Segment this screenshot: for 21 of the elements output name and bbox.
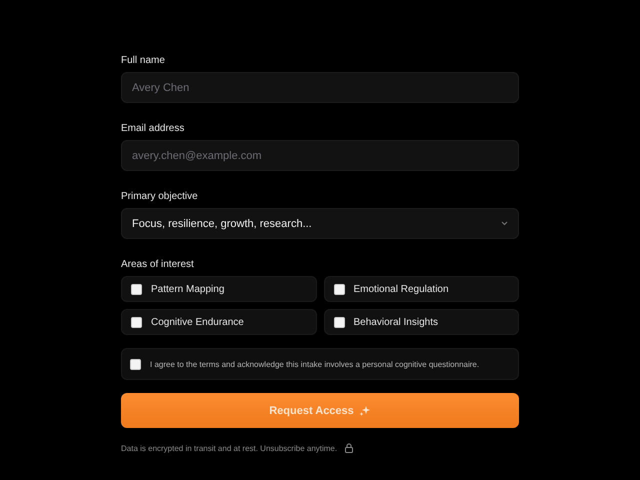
footer-note: Data is encrypted in transit and at rest. Unsubscribe anytime. [121, 444, 338, 452]
objective-select[interactable]: Focus, resilience, growth, research... [121, 208, 519, 239]
field-label: Email address [121, 123, 186, 134]
checkbox[interactable] [334, 316, 344, 328]
lock-icon [344, 443, 354, 453]
field-label: Primary objective [121, 191, 199, 202]
interest-option[interactable]: Pattern Mapping [121, 276, 316, 302]
chevron-icon [501, 221, 508, 226]
sparkle-icon [358, 404, 371, 416]
field-label: Full name [121, 55, 166, 66]
checkbox[interactable] [131, 284, 142, 294]
input-field[interactable]: avery.chen@example.com [121, 140, 519, 171]
interest-option[interactable]: Behavioral Insights [324, 309, 519, 335]
checkbox[interactable] [130, 358, 141, 370]
agreement-text: I agree to the terms and acknowledge this intake involves a personal cognitive questionnaire. [150, 360, 480, 368]
checkbox[interactable] [334, 284, 344, 294]
section-label: Areas of interest [121, 259, 195, 270]
checkbox[interactable] [131, 316, 142, 328]
interest-option[interactable]: Cognitive Endurance [121, 309, 316, 335]
input-field[interactable]: Avery Chen [121, 72, 519, 103]
interest-option[interactable]: Emotional Regulation [324, 276, 519, 302]
